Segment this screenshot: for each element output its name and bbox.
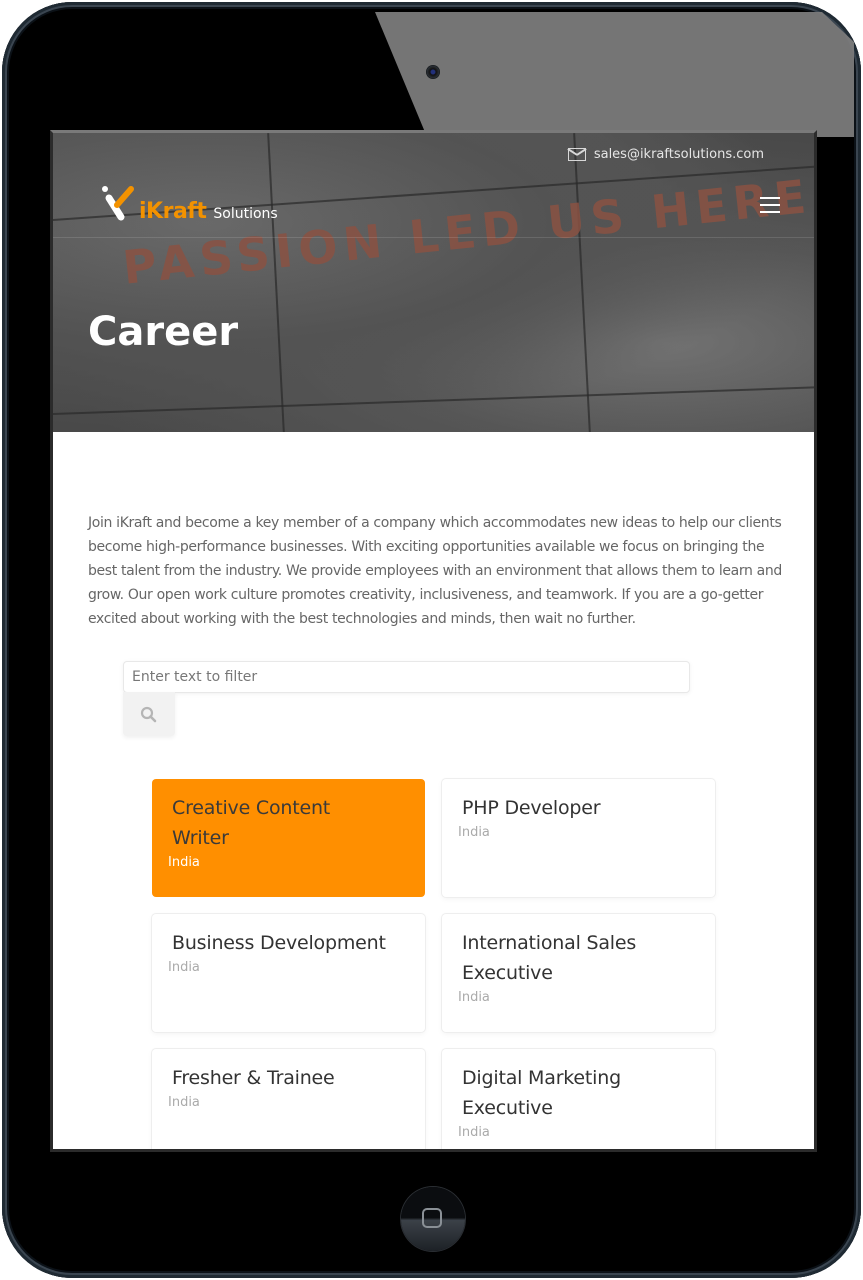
job-location: India xyxy=(458,990,490,1005)
job-list: Creative Content Writer India PHP Develo… xyxy=(152,779,717,1149)
tile-line xyxy=(573,133,591,432)
logo-suffix: Solutions xyxy=(213,206,278,222)
job-title: Digital Marketing Executive xyxy=(462,1067,621,1119)
job-card[interactable]: International Sales Executive India xyxy=(442,914,715,1032)
job-location: India xyxy=(458,1125,490,1140)
job-filter-input[interactable] xyxy=(123,661,690,693)
hamburger-icon-bar xyxy=(760,211,780,213)
search-button[interactable] xyxy=(123,692,175,736)
tile-line xyxy=(267,133,285,432)
menu-button[interactable] xyxy=(760,197,780,213)
navbar-divider xyxy=(53,237,814,238)
logo-brand: iKraft xyxy=(139,199,207,224)
job-title: Business Development xyxy=(172,932,386,954)
contact-email[interactable]: sales@ikraftsolutions.com xyxy=(567,147,764,162)
hamburger-icon-bar xyxy=(760,197,780,199)
tablet-frame: PASSION LED US HERE sales@ikraftsolution… xyxy=(2,2,861,1278)
site-logo[interactable]: iKraft Solutions xyxy=(101,185,278,223)
hamburger-icon-bar xyxy=(760,204,780,206)
job-card[interactable]: Creative Content Writer India xyxy=(152,779,425,897)
email-link[interactable]: sales@ikraftsolutions.com xyxy=(594,147,764,162)
job-card[interactable]: Digital Marketing Executive India xyxy=(442,1049,715,1149)
page-title: Career xyxy=(88,309,239,355)
job-location: India xyxy=(458,825,490,840)
job-location: India xyxy=(168,1095,200,1110)
home-square-icon xyxy=(422,1208,442,1228)
job-location: India xyxy=(168,960,200,975)
mail-icon xyxy=(567,148,586,161)
tile-line xyxy=(53,385,814,415)
job-card[interactable]: Business Development India xyxy=(152,914,425,1032)
camera-icon xyxy=(426,65,440,79)
job-location: India xyxy=(168,855,200,870)
job-card[interactable]: PHP Developer India xyxy=(442,779,715,897)
search-icon xyxy=(140,706,157,723)
career-intro: Join iKraft and become a key member of a… xyxy=(88,515,782,627)
ikraft-logo-icon xyxy=(102,186,134,221)
job-title: Creative Content Writer xyxy=(172,797,331,849)
hero-banner: PASSION LED US HERE sales@ikraftsolution… xyxy=(53,133,814,432)
job-title: Fresher & Trainee xyxy=(172,1067,335,1089)
job-title: PHP Developer xyxy=(462,797,601,819)
job-card[interactable]: Fresher & Trainee India xyxy=(152,1049,425,1149)
home-button[interactable] xyxy=(401,1187,465,1251)
job-title: International Sales Executive xyxy=(462,932,637,984)
browser-viewport: PASSION LED US HERE sales@ikraftsolution… xyxy=(50,130,817,1152)
